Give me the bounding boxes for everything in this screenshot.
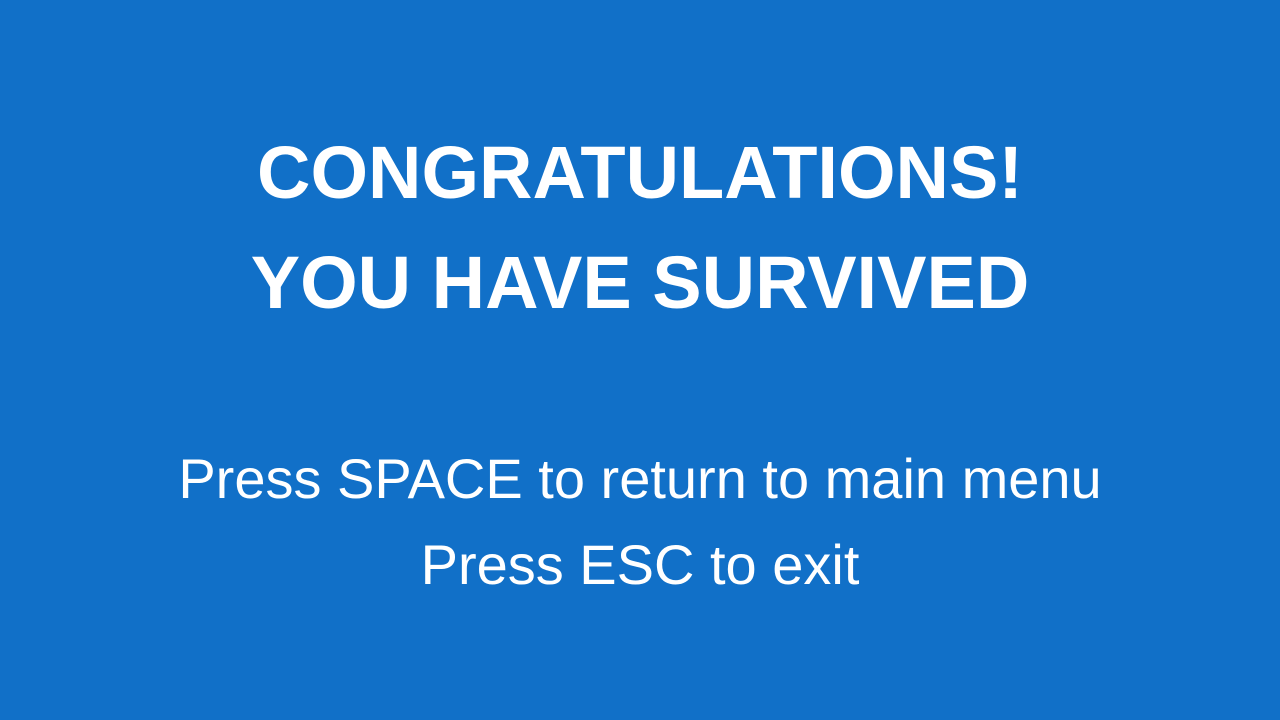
congratulations-title: CONGRATULATIONS! [257,131,1023,214]
victory-heading: CONGRATULATIONS! YOU HAVE SURVIVED [0,118,1280,338]
space-instruction: Press SPACE to return to main menu [178,447,1102,510]
victory-screen: CONGRATULATIONS! YOU HAVE SURVIVED Press… [0,0,1280,720]
esc-instruction: Press ESC to exit [420,533,860,596]
instructions-block: Press SPACE to return to main menu Press… [0,436,1280,608]
survived-subtitle: YOU HAVE SURVIVED [250,241,1030,324]
